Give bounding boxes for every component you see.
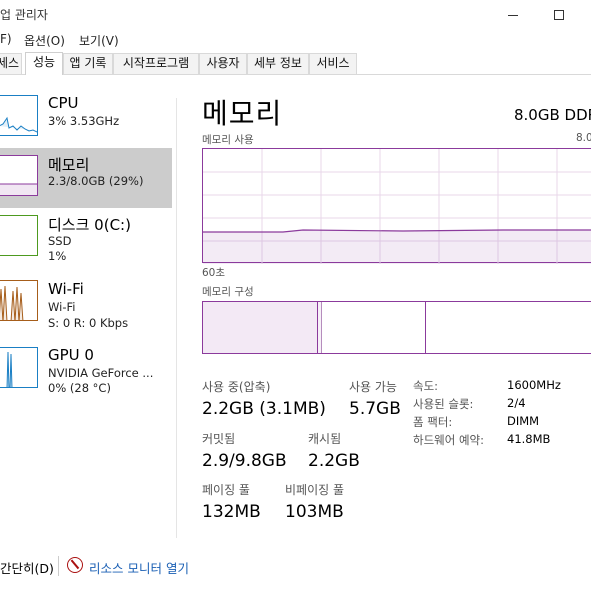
sidebar-cpu-name: CPU (48, 94, 79, 112)
cpu-thumbnail-graph (0, 95, 38, 136)
maximize-icon (554, 10, 564, 20)
tab-startup[interactable]: 시작프로그램 (113, 53, 199, 74)
sidebar-memory-usage: 2.3/8.0GB (29%) (48, 174, 144, 188)
nonpaged-pool-label: 비페이징 풀 (285, 483, 345, 497)
hardware-reserved-key: 하드웨어 예약: (413, 433, 485, 447)
title-bar: 업 관리자 (0, 0, 591, 30)
composition-label: 메모리 구성 (202, 286, 254, 298)
slots-key: 사용된 슬롯: (413, 397, 474, 411)
composition-modified (318, 302, 322, 353)
resource-monitor-icon (67, 557, 83, 573)
memory-capacity: 8.0GB DDR (514, 106, 591, 124)
form-factor-value: DIMM (507, 414, 540, 428)
sidebar-item-cpu[interactable]: CPU 3% 3.53GHz (0, 88, 172, 148)
available-value: 5.7GB (349, 399, 401, 419)
usage-graph-label: 메모리 사용 (202, 134, 254, 146)
sidebar-memory-name: 메모리 (48, 156, 90, 174)
sidebar-disk-name: 디스크 0(C:) (48, 216, 131, 234)
page-title: 메모리 (202, 97, 283, 130)
composition-standby-divider (425, 302, 426, 353)
cached-value: 2.2GB (308, 451, 360, 471)
sidebar-disk-type: SSD (48, 234, 72, 248)
slots-value: 2/4 (507, 396, 526, 410)
tab-strip: 세스 성능 앱 기록 시작프로그램 사용자 세부 정보 서비스 (0, 52, 591, 75)
sidebar-item-gpu[interactable]: GPU 0 NVIDIA GeForce ... 0% (28 °C) (0, 340, 172, 400)
tab-app-history[interactable]: 앱 기록 (63, 53, 113, 74)
sidebar-divider (176, 98, 177, 538)
paged-pool-value: 132MB (202, 502, 261, 522)
footer-divider (58, 556, 59, 576)
memory-usage-graph (202, 148, 591, 264)
sidebar-gpu-name: GPU 0 (48, 346, 94, 364)
sidebar-item-wifi[interactable]: Wi-Fi Wi-Fi S: 0 R: 0 Kbps (0, 272, 172, 332)
speed-value: 1600MHz (507, 378, 561, 392)
menu-view[interactable]: 보기(V) (79, 32, 119, 49)
wifi-thumbnail-graph (0, 280, 38, 321)
sidebar-item-memory[interactable]: 메모리 2.3/8.0GB (29%) (0, 148, 172, 208)
tab-processes[interactable]: 세스 (0, 53, 22, 74)
open-resource-monitor-link[interactable]: 리소스 모니터 열기 (89, 558, 189, 577)
sidebar-gpu-model: NVIDIA GeForce ... (48, 366, 154, 380)
sidebar-wifi-label: Wi-Fi (48, 300, 76, 314)
cached-label: 캐시됨 (308, 432, 342, 446)
in-use-value: 2.2GB (3.1MB) (202, 399, 326, 419)
memory-composition-bar (202, 301, 591, 354)
menu-options[interactable]: 옵션(O) (24, 32, 65, 49)
window-title: 업 관리자 (0, 8, 48, 22)
maximize-button[interactable] (536, 0, 582, 30)
sidebar-cpu-usage: 3% 3.53GHz (48, 114, 120, 128)
menu-file[interactable]: F) (0, 32, 12, 46)
paged-pool-label: 페이징 풀 (202, 483, 250, 497)
committed-value: 2.9/9.8GB (202, 451, 287, 471)
minimize-icon (508, 14, 518, 16)
tab-services[interactable]: 서비스 (309, 53, 357, 74)
sidebar-wifi-throughput: S: 0 R: 0 Kbps (48, 316, 129, 330)
disk-thumbnail-graph (0, 215, 38, 256)
sidebar-gpu-usage: 0% (28 °C) (48, 381, 111, 395)
available-label: 사용 가능 (349, 380, 397, 394)
memory-thumbnail-graph (0, 155, 38, 196)
usage-graph-max: 8.0 (576, 132, 591, 144)
hardware-reserved-value: 41.8MB (507, 432, 551, 446)
gpu-thumbnail-graph (0, 347, 38, 388)
fewer-details-link[interactable]: 간단히(D) (0, 558, 54, 577)
speed-key: 속도: (413, 379, 439, 393)
tab-performance[interactable]: 성능 (25, 52, 63, 75)
in-use-label: 사용 중(압축) (202, 380, 271, 394)
tab-details[interactable]: 세부 정보 (247, 53, 309, 74)
sidebar-disk-usage: 1% (48, 249, 67, 263)
committed-label: 커밋됨 (202, 432, 236, 446)
nonpaged-pool-value: 103MB (285, 502, 344, 522)
composition-in-use (203, 302, 318, 353)
form-factor-key: 폼 팩터: (413, 415, 453, 429)
minimize-button[interactable] (490, 0, 536, 30)
tab-users[interactable]: 사용자 (199, 53, 247, 74)
time-range-label: 60초 (202, 267, 226, 279)
sidebar-item-disk[interactable]: 디스크 0(C:) SSD 1% (0, 208, 172, 268)
sidebar-wifi-name: Wi-Fi (48, 280, 84, 298)
